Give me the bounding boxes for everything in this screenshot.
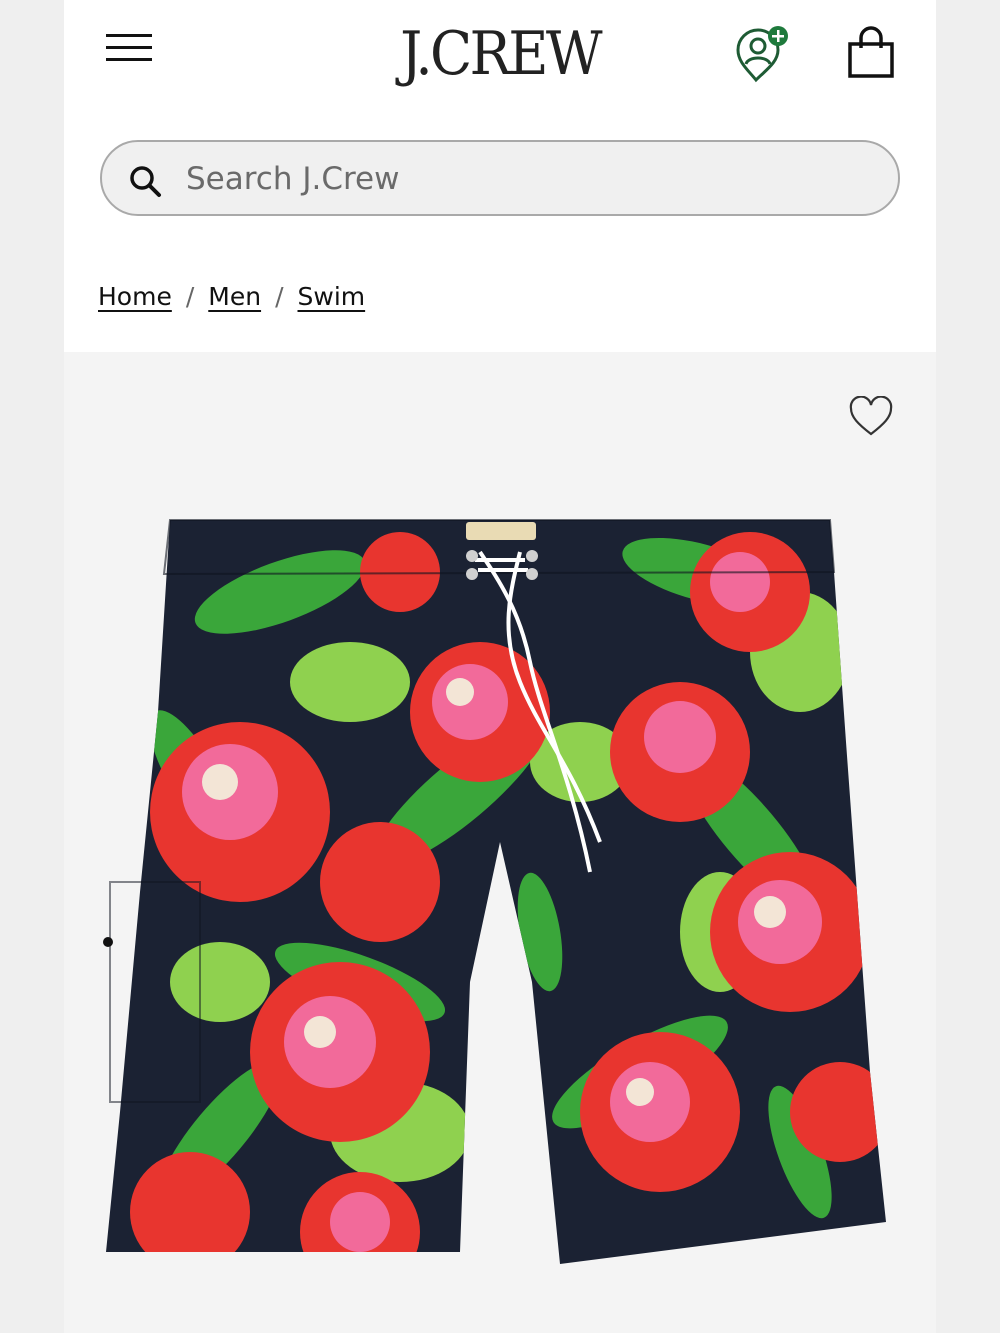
heart-icon[interactable] xyxy=(848,395,894,438)
breadcrumb-swim[interactable]: Swim xyxy=(298,282,366,311)
product-image[interactable] xyxy=(100,512,900,1272)
breadcrumb-separator: / xyxy=(275,282,284,311)
search-input[interactable] xyxy=(184,152,878,206)
page: J.CREW Home/M xyxy=(64,0,936,1333)
breadcrumb-home[interactable]: Home xyxy=(98,282,172,311)
brand-label xyxy=(466,522,536,540)
menu-icon[interactable] xyxy=(104,28,154,68)
account-rewards-icon[interactable] xyxy=(730,22,794,86)
breadcrumb-men[interactable]: Men xyxy=(208,282,261,311)
site-logo[interactable]: J.CREW xyxy=(371,14,629,94)
breadcrumb: Home / Men / Swim xyxy=(98,282,365,322)
shopping-bag-icon[interactable] xyxy=(844,26,898,80)
search-icon[interactable] xyxy=(128,164,162,198)
product-image-area xyxy=(64,352,936,1333)
search-bar xyxy=(100,140,900,216)
breadcrumb-separator: / xyxy=(185,282,195,311)
site-header: J.CREW xyxy=(64,0,936,110)
